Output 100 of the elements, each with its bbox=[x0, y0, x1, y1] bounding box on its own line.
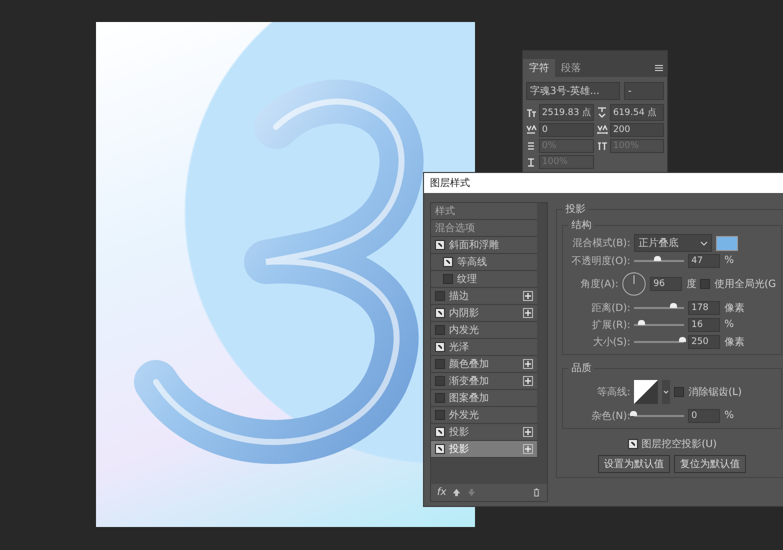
field-label: 扩展(R): bbox=[591, 318, 630, 332]
horizontal-scale-icon bbox=[526, 156, 537, 168]
unit-label: 像素 bbox=[724, 302, 744, 314]
default-button[interactable]: 复位为默认值 bbox=[674, 455, 746, 473]
effect-label: 图案叠加 bbox=[449, 392, 489, 405]
effect-label: 内阴影 bbox=[449, 306, 479, 320]
effect-item[interactable]: 斜面和浮雕 bbox=[431, 237, 538, 254]
contour-picker[interactable] bbox=[634, 380, 658, 404]
checkbox[interactable] bbox=[628, 438, 638, 448]
menu-icon[interactable] bbox=[655, 65, 663, 71]
add-icon[interactable] bbox=[523, 291, 534, 301]
effect-label: 内发光 bbox=[449, 324, 479, 337]
checkbox[interactable] bbox=[435, 325, 445, 335]
checkbox[interactable] bbox=[435, 444, 445, 454]
slider-thumb[interactable] bbox=[630, 410, 638, 416]
value-field[interactable]: 178 bbox=[688, 300, 720, 314]
effect-item[interactable]: 图案叠加 bbox=[431, 390, 538, 407]
unit-label: % bbox=[724, 255, 734, 266]
value-field[interactable]: 0 bbox=[539, 123, 594, 137]
add-icon[interactable] bbox=[523, 427, 534, 437]
styles-header[interactable]: 样式 bbox=[431, 203, 538, 220]
checkbox[interactable] bbox=[674, 387, 684, 397]
effect-label: 投影 bbox=[449, 442, 469, 456]
slider-thumb[interactable] bbox=[638, 320, 646, 324]
effect-item[interactable]: 内发光 bbox=[431, 322, 538, 339]
effect-item[interactable]: 描边 bbox=[431, 288, 538, 305]
field-label: 不透明度(O): bbox=[570, 254, 630, 268]
effect-item[interactable]: 投影 bbox=[431, 441, 538, 458]
unit-label: 像素 bbox=[724, 336, 744, 348]
effect-item[interactable]: 颜色叠加 bbox=[431, 356, 538, 373]
effect-item[interactable]: 等高线 bbox=[431, 254, 538, 271]
value-field[interactable]: 47 bbox=[688, 254, 720, 268]
font-style-dropdown[interactable]: - bbox=[624, 82, 664, 100]
vertical-scale-icon bbox=[597, 140, 608, 152]
field-label: 混合模式(B): bbox=[571, 236, 630, 250]
checkbox[interactable] bbox=[435, 342, 445, 352]
leading-icon bbox=[597, 107, 608, 118]
slider-thumb[interactable] bbox=[679, 336, 686, 342]
checkbox-label: 使用全局光(G bbox=[714, 278, 776, 291]
effect-label: 描边 bbox=[449, 290, 469, 303]
caret-icon bbox=[700, 240, 708, 246]
value-field[interactable]: 16 bbox=[688, 318, 720, 332]
blend-mode-dropdown[interactable]: 正片叠底 bbox=[634, 234, 712, 252]
value-field[interactable]: 96 bbox=[650, 277, 682, 291]
field-label: 大小(S): bbox=[592, 336, 630, 348]
slider-thumb[interactable] bbox=[654, 256, 661, 260]
effect-label: 颜色叠加 bbox=[449, 358, 489, 371]
checkbox[interactable] bbox=[435, 427, 445, 437]
checkbox[interactable] bbox=[443, 274, 453, 284]
field-label: 杂色(N): bbox=[590, 410, 630, 422]
checkbox[interactable] bbox=[435, 240, 445, 250]
effect-item[interactable]: 内阴影 bbox=[431, 305, 538, 322]
effect-label: 外发光 bbox=[449, 408, 479, 422]
effect-item[interactable]: 光泽 bbox=[431, 339, 538, 356]
value-field[interactable]: 2519.83 点 bbox=[539, 104, 594, 121]
field-label: 等高线: bbox=[596, 386, 630, 399]
dialog-title: 图层样式 bbox=[424, 173, 783, 196]
color-swatch[interactable] bbox=[716, 236, 738, 250]
default-button[interactable]: 设置为默认值 bbox=[598, 455, 670, 473]
add-icon[interactable] bbox=[523, 444, 534, 454]
checkbox[interactable] bbox=[435, 410, 445, 420]
add-icon[interactable] bbox=[523, 308, 534, 318]
effect-item[interactable]: 纹理 bbox=[431, 271, 538, 288]
panel-tab[interactable]: 段落 bbox=[555, 59, 587, 77]
section-title: 结构 bbox=[570, 218, 592, 232]
effects-menu-button[interactable]: fx bbox=[437, 487, 446, 498]
field-label: 角度(A): bbox=[579, 278, 618, 291]
value-field[interactable]: 250 bbox=[688, 334, 720, 348]
up-arrow-icon[interactable] bbox=[452, 488, 462, 497]
angle-dial[interactable] bbox=[622, 272, 646, 296]
checkbox[interactable] bbox=[443, 257, 453, 267]
effect-item[interactable]: 投影 bbox=[431, 424, 538, 441]
effect-label: 斜面和浮雕 bbox=[449, 238, 499, 252]
unit-label: % bbox=[724, 319, 734, 330]
add-icon[interactable] bbox=[523, 359, 534, 369]
effect-label: 等高线 bbox=[457, 256, 487, 269]
checkbox[interactable] bbox=[435, 376, 445, 386]
tracking-icon bbox=[597, 124, 608, 136]
effect-item[interactable]: 外发光 bbox=[431, 407, 538, 424]
blending-options-item[interactable]: 混合选项 bbox=[431, 220, 538, 237]
checkbox[interactable] bbox=[435, 359, 445, 369]
font-family-dropdown[interactable]: 字魂3号-英雄... bbox=[526, 82, 620, 100]
slider-thumb[interactable] bbox=[670, 302, 678, 308]
kerning-icon bbox=[526, 124, 537, 136]
value-field[interactable]: 619.54 点 bbox=[610, 104, 664, 121]
checkbox[interactable] bbox=[435, 308, 445, 318]
checkbox-label: 图层挖空投影(U) bbox=[642, 438, 717, 450]
effect-label: 纹理 bbox=[457, 273, 477, 286]
add-icon[interactable] bbox=[523, 376, 534, 386]
caret-icon[interactable] bbox=[662, 380, 670, 404]
section-title: 投影 bbox=[564, 202, 586, 216]
trash-icon[interactable] bbox=[532, 488, 542, 497]
value-field[interactable]: 200 bbox=[610, 123, 664, 137]
effect-item[interactable]: 渐变叠加 bbox=[431, 373, 538, 390]
field-label: 距离(D): bbox=[590, 302, 630, 314]
checkbox[interactable] bbox=[435, 393, 445, 403]
checkbox[interactable] bbox=[700, 279, 710, 289]
value-field[interactable]: 0 bbox=[688, 408, 720, 422]
checkbox[interactable] bbox=[435, 291, 445, 301]
panel-tab[interactable]: 字符 bbox=[523, 59, 555, 77]
